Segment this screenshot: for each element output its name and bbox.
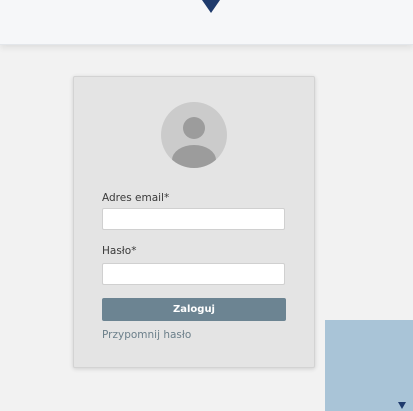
remind-password-link[interactable]: Przypomnij hasło	[102, 329, 191, 341]
email-label: Adres email*	[102, 192, 170, 204]
user-avatar-icon	[161, 102, 227, 168]
overlay-panel	[325, 320, 413, 411]
email-field[interactable]	[102, 208, 285, 230]
password-field[interactable]	[102, 263, 285, 285]
caret-down-icon	[202, 0, 220, 13]
password-label: Hasło*	[102, 245, 137, 257]
login-card: Adres email* Hasło* Zaloguj Przypomnij h…	[73, 76, 315, 368]
login-button[interactable]: Zaloguj	[102, 298, 286, 321]
edge-caret-icon	[398, 402, 406, 409]
